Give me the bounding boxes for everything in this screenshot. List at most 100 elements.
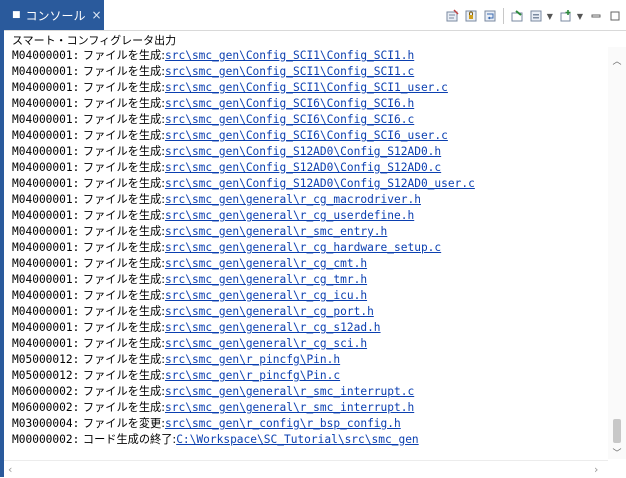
word-wrap-icon[interactable] (482, 8, 498, 24)
message-code: M04000001: (12, 65, 80, 78)
console-line: M04000001: ファイルを生成:src\smc_gen\Config_SC… (4, 95, 606, 111)
file-link[interactable]: src\smc_gen\general\r_cg_icu.h (165, 289, 367, 302)
message-code: M04000001: (12, 337, 80, 350)
file-link[interactable]: src\smc_gen\general\r_cg_s12ad.h (165, 321, 381, 334)
file-link[interactable]: src\smc_gen\r_pincfg\Pin.c (165, 369, 340, 382)
message-code: M04000001: (12, 273, 80, 286)
file-link[interactable]: C:\Workspace\SC_Tutorial\src\smc_gen (176, 433, 418, 446)
toolbar-separator (502, 8, 504, 24)
message-code: M04000001: (12, 225, 80, 238)
view-tab-bar: ■ コンソール × ▼ ▼ (4, 0, 626, 31)
chevron-down-icon[interactable]: ▼ (547, 12, 553, 21)
console-line: M04000001: ファイルを生成:src\smc_gen\Config_SC… (4, 47, 606, 63)
message-text: ファイルを生成: (79, 49, 165, 62)
message-code: M04000001: (12, 193, 80, 206)
message-code: M04000001: (12, 81, 80, 94)
clear-console-icon[interactable] (444, 8, 460, 24)
file-link[interactable]: src\smc_gen\general\r_cg_sci.h (165, 337, 367, 350)
chevron-down-icon[interactable]: ▼ (577, 12, 583, 21)
scroll-right-icon[interactable]: › (594, 463, 598, 476)
message-text: ファイルを生成: (79, 129, 165, 142)
console-line: M05000012: ファイルを生成:src\smc_gen\r_pincfg\… (4, 351, 606, 367)
message-code: M06000002: (12, 385, 80, 398)
message-text: ファイルを生成: (79, 321, 165, 334)
file-link[interactable]: src\smc_gen\Config_SCI6\Config_SCI6.c (165, 113, 414, 126)
message-text: ファイルを生成: (79, 161, 165, 174)
vertical-scrollbar[interactable]: ︿ ﹀ (608, 47, 626, 459)
file-link[interactable]: src\smc_gen\general\r_smc_interrupt.h (165, 401, 414, 414)
file-link[interactable]: src\smc_gen\Config_SCI1\Config_SCI1.c (165, 65, 414, 78)
close-icon[interactable]: × (92, 8, 102, 22)
message-code: M04000001: (12, 257, 80, 270)
file-link[interactable]: src\smc_gen\general\r_cg_tmr.h (165, 273, 367, 286)
message-text: ファイルを生成: (79, 257, 165, 270)
console-line: M04000001: ファイルを生成:src\smc_gen\general\r… (4, 223, 606, 239)
display-selected-console-icon[interactable] (528, 8, 544, 24)
console-line: M03000004: ファイルを変更:src\smc_gen\r_config\… (4, 415, 606, 431)
console-line: M04000001: ファイルを生成:src\smc_gen\Config_SC… (4, 111, 606, 127)
console-icon: ■ (12, 10, 21, 20)
console-line: M04000001: ファイルを生成:src\smc_gen\general\r… (4, 319, 606, 335)
console-output[interactable]: M04000001: ファイルを生成:src\smc_gen\Config_SC… (4, 47, 606, 459)
message-text: ファイルを生成: (79, 97, 165, 110)
file-link[interactable]: src\smc_gen\r_config\r_bsp_config.h (165, 417, 401, 430)
console-line: M04000001: ファイルを生成:src\smc_gen\Config_S1… (4, 159, 606, 175)
file-link[interactable]: src\smc_gen\general\r_cg_cmt.h (165, 257, 367, 270)
tab-console-label: コンソール (25, 8, 86, 23)
console-line: M04000001: ファイルを生成:src\smc_gen\general\r… (4, 303, 606, 319)
file-link[interactable]: src\smc_gen\r_pincfg\Pin.h (165, 353, 340, 366)
message-code: M04000001: (12, 97, 80, 110)
file-link[interactable]: src\smc_gen\Config_S12AD0\Config_S12AD0.… (165, 161, 441, 174)
maximize-icon[interactable] (607, 8, 623, 24)
file-link[interactable]: src\smc_gen\Config_S12AD0\Config_S12AD0_… (165, 177, 475, 190)
console-line: M04000001: ファイルを生成:src\smc_gen\Config_SC… (4, 63, 606, 79)
message-text: ファイルを生成: (79, 241, 165, 254)
pin-console-icon[interactable] (509, 8, 525, 24)
file-link[interactable]: src\smc_gen\Config_SCI1\Config_SCI1_user… (165, 81, 448, 94)
message-text: ファイルを生成: (79, 177, 165, 190)
file-link[interactable]: src\smc_gen\general\r_cg_userdefine.h (165, 209, 414, 222)
tab-console[interactable]: ■ コンソール × (4, 0, 104, 30)
console-line: M04000001: ファイルを生成:src\smc_gen\general\r… (4, 207, 606, 223)
file-link[interactable]: src\smc_gen\Config_SCI6\Config_SCI6_user… (165, 129, 448, 142)
message-text: ファイルを生成: (79, 145, 165, 158)
console-view: ■ コンソール × ▼ ▼ スマート・コンフィグレータ出力 M04000001:… (0, 0, 626, 478)
message-code: M04000001: (12, 161, 80, 174)
scrollbar-thumb[interactable] (613, 419, 621, 443)
message-text: ファイルを生成: (79, 113, 165, 126)
file-link[interactable]: src\smc_gen\Config_SCI1\Config_SCI1.h (165, 49, 414, 62)
message-text: ファイルを生成: (79, 385, 165, 398)
scroll-lock-icon[interactable] (463, 8, 479, 24)
file-link[interactable]: src\smc_gen\general\r_cg_macrodriver.h (165, 193, 421, 206)
file-link[interactable]: src\smc_gen\general\r_cg_port.h (165, 305, 374, 318)
message-code: M04000001: (12, 145, 80, 158)
file-link[interactable]: src\smc_gen\Config_SCI6\Config_SCI6.h (165, 97, 414, 110)
message-text: ファイルを生成: (79, 273, 165, 286)
scroll-left-icon[interactable]: ‹ (8, 463, 12, 476)
message-code: M06000002: (12, 401, 80, 414)
scroll-down-icon[interactable]: ﹀ (611, 447, 623, 459)
file-link[interactable]: src\smc_gen\general\r_smc_interrupt.c (165, 385, 414, 398)
console-line: M06000002: ファイルを生成:src\smc_gen\general\r… (4, 383, 606, 399)
message-text: ファイルを生成: (79, 81, 165, 94)
file-link[interactable]: src\smc_gen\general\r_cg_hardware_setup.… (165, 241, 441, 254)
open-console-icon[interactable] (558, 8, 574, 24)
horizontal-scrollbar[interactable]: ‹ › (4, 460, 608, 478)
message-text: ファイルを生成: (79, 401, 165, 414)
message-code: M04000001: (12, 209, 80, 222)
minimize-icon[interactable] (588, 8, 604, 24)
message-code: M05000012: (12, 353, 80, 366)
console-line: M04000001: ファイルを生成:src\smc_gen\general\r… (4, 287, 606, 303)
console-line: M04000001: ファイルを生成:src\smc_gen\Config_S1… (4, 175, 606, 191)
file-link[interactable]: src\smc_gen\general\r_smc_entry.h (165, 225, 387, 238)
file-link[interactable]: src\smc_gen\Config_S12AD0\Config_S12AD0.… (165, 145, 441, 158)
console-line: M05000012: ファイルを生成:src\smc_gen\r_pincfg\… (4, 367, 606, 383)
scroll-up-icon[interactable]: ︿ (611, 55, 623, 67)
message-text: ファイルを生成: (79, 305, 165, 318)
message-text: ファイルを生成: (79, 193, 165, 206)
message-code: M04000001: (12, 113, 80, 126)
console-line: M04000001: ファイルを生成:src\smc_gen\Config_SC… (4, 79, 606, 95)
message-code: M04000001: (12, 129, 80, 142)
message-text: ファイルを変更: (79, 417, 165, 430)
view-toolbar: ▼ ▼ (444, 7, 626, 25)
